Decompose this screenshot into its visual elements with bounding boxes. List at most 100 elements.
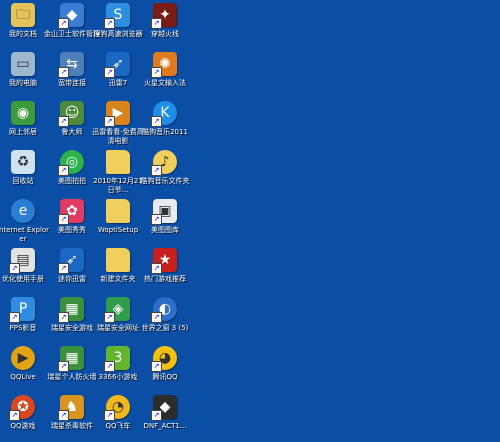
desktop-icon-optimization-manual[interactable]: ▤ ↗ 优化使用手册 (1, 248, 45, 284)
kugou-music-icon: K ↗ (151, 101, 177, 127)
shortcut-arrow-icon: ↗ (151, 67, 162, 78)
desktop-icon-label: DNF_ACT1... (143, 422, 187, 430)
shortcut-arrow-icon: ↗ (58, 165, 69, 176)
desktop-icon-folder[interactable]: 2010年12月21日爷... (93, 150, 143, 194)
rising-firewall-icon: ▦ ↗ (58, 346, 84, 372)
shortcut-arrow-icon: ↗ (151, 410, 162, 421)
desktop-icon-label: 美图图库 (151, 226, 179, 234)
rising-url-icon: ◈ ↗ (104, 297, 130, 323)
shortcut-arrow-icon: ↗ (104, 312, 115, 323)
desktop-icon-my-computer[interactable]: ▭ 我的电脑 (1, 52, 45, 88)
pps-player-icon: P ↗ (9, 297, 35, 323)
desktop-icon-pps-player[interactable]: P ↗ PPS影音 (1, 297, 45, 333)
desktop-icon-kugou-music[interactable]: K ↗ 酷狗音乐2011 (142, 101, 188, 137)
qq-speed-icon: ◔ ↗ (104, 395, 130, 421)
desktop-icon-rising-antivirus[interactable]: ♞ ↗ 瑞星杀毒软件 (50, 395, 94, 431)
rising-games-icon: ▦ ↗ (58, 297, 84, 323)
desktop-icon-meitu-xiuxiu[interactable]: ✿ ↗ 美图秀秀 (50, 199, 94, 235)
desktop-icon-my-documents[interactable]: 🗀 我的文档 (1, 3, 45, 39)
shortcut-arrow-icon: ↗ (9, 312, 20, 323)
shortcut-arrow-icon: ↗ (151, 361, 162, 372)
broadband-connection-icon: ⇆ ↗ (58, 52, 84, 78)
kingsoft-guard-icon: ◆ ↗ (58, 3, 84, 29)
shortcut-arrow-icon: ↗ (104, 67, 115, 78)
folder-icon (106, 199, 130, 223)
desktop-icon-label: 火星文输入法 (144, 79, 186, 87)
desktop-icon-broadband-connection[interactable]: ⇆ ↗ 宽带连接 (50, 52, 94, 88)
shortcut-arrow-icon: ↗ (151, 214, 162, 225)
desktop-icon-label: 热门游戏推荐 (144, 275, 186, 283)
qq-game-icon: ✪ ↗ (9, 395, 35, 421)
shortcut-arrow-icon: ↗ (104, 18, 115, 29)
folder-icon (106, 248, 130, 272)
martian-ime-icon: ✺ ↗ (151, 52, 177, 78)
sogou-browser-icon: S ↗ (104, 3, 130, 29)
desktop-icon-martian-ime[interactable]: ✺ ↗ 火星文输入法 (143, 52, 187, 88)
kugou-folder-icon: ♪ ↗ (151, 150, 177, 176)
shortcut-arrow-icon: ↗ (151, 116, 162, 127)
crossfire-icon: ✦ ↗ (151, 3, 177, 29)
desktop-icon-kingsoft-guard[interactable]: ◆ ↗ 金山卫士软件管理 (44, 3, 100, 39)
rising-antivirus-icon: ♞ ↗ (58, 395, 84, 421)
recycle-bin-icon: ♻ (11, 150, 35, 174)
shortcut-arrow-icon: ↗ (58, 312, 69, 323)
shortcut-arrow-icon: ↗ (104, 410, 115, 421)
shortcut-arrow-icon: ↗ (104, 361, 115, 372)
desktop-icon-mini-thunder[interactable]: ➶ ↗ 迷你迅雷 (50, 248, 94, 284)
shortcut-arrow-icon: ↗ (58, 116, 69, 127)
mini-thunder-icon: ➶ ↗ (58, 248, 84, 274)
desktop-icon-3366-games[interactable]: 3 ↗ 3366小游戏 (96, 346, 140, 382)
desktop-icon-tencent-qq[interactable]: ◕ ↗ 腾讯QQ (143, 346, 187, 382)
shortcut-arrow-icon: ↗ (58, 67, 69, 78)
internet-explorer-icon: e (11, 199, 35, 223)
meitu-paipai-icon: ◎ ↗ (58, 150, 84, 176)
desktop-icon-qqlive[interactable]: ▶ QQLive (1, 346, 45, 382)
desktop-icon-xunlei-kankan[interactable]: ▶ ↗ 迅雷看看-免费高清电影 (92, 101, 144, 145)
shortcut-arrow-icon: ↗ (58, 263, 69, 274)
desktop-icon-qq-game[interactable]: ✪ ↗ QQ游戏 (1, 395, 45, 431)
network-places-icon: ◉ (11, 101, 35, 125)
shortcut-arrow-icon: ↗ (151, 165, 162, 176)
ludashi-icon: ☺ ↗ (58, 101, 84, 127)
desktop-icon-rising-games[interactable]: ▦ ↗ 瑞星安全游戏 (50, 297, 94, 333)
desktop-icon-qq-speed[interactable]: ◔ ↗ QQ飞车 (96, 395, 140, 431)
desktop-icon-label: 腾讯QQ (152, 373, 178, 381)
shortcut-arrow-icon: ↗ (9, 263, 20, 274)
desktop-icon-thunder[interactable]: ➶ ↗ 迅雷7 (96, 52, 140, 88)
desktop-icon-ludashi[interactable]: ☺ ↗ 鲁大师 (50, 101, 94, 137)
desktop-icon-sogou-browser[interactable]: S ↗ 搜狗高速浏览器 (94, 3, 143, 39)
desktop-icon-folder[interactable]: WoptiSetup (96, 199, 140, 235)
desktop-icon-rising-url[interactable]: ◈ ↗ 瑞星安全网址 (96, 297, 140, 333)
desktop-icon-rising-firewall[interactable]: ▦ ↗ 瑞星个人防火墙 (48, 346, 97, 382)
desktop-icon-internet-explorer[interactable]: e Internet Explorer (0, 199, 49, 243)
qqlive-icon: ▶ (11, 346, 35, 370)
shortcut-arrow-icon: ↗ (104, 116, 115, 127)
desktop-icon-crossfire[interactable]: ✦ ↗ 穿越火线 (143, 3, 187, 39)
shortcut-arrow-icon: ↗ (9, 410, 20, 421)
desktop-icon-network-places[interactable]: ◉ 网上邻居 (1, 101, 45, 137)
shortcut-arrow-icon: ↗ (58, 18, 69, 29)
meitu-gallery-icon: ▣ ↗ (151, 199, 177, 225)
desktop-icon-label: 世界之窗 3 (5) (141, 324, 189, 332)
meitu-xiuxiu-icon: ✿ ↗ (58, 199, 84, 225)
desktop-icon-hot-games[interactable]: ★ ↗ 热门游戏推荐 (143, 248, 187, 284)
desktop: 🗀 我的文档 ◆ ↗ 金山卫士软件管理 S ↗ 搜狗高速浏览器 ✦ ↗ 穿越火线 ▭ 我的电脑 ⇆ ↗ 宽带连… (0, 0, 500, 442)
shortcut-arrow-icon: ↗ (151, 312, 162, 323)
3366-games-icon: 3 ↗ (104, 346, 130, 372)
desktop-icon-kugou-folder[interactable]: ♪ ↗ 酷狗音乐文件夹 (141, 150, 190, 186)
desktop-icon-label: 穿越火线 (151, 30, 179, 38)
desktop-icon-dnf[interactable]: ◆ ↗ DNF_ACT1... (143, 395, 187, 431)
desktop-icon-label: 酷狗音乐文件夹 (140, 177, 190, 185)
my-computer-icon: ▭ (11, 52, 35, 76)
desktop-icon-meitu-gallery[interactable]: ▣ ↗ 美图图库 (143, 199, 187, 235)
desktop-icon-meitu-paipai[interactable]: ◎ ↗ 美图拍拍 (50, 150, 94, 186)
desktop-icon-folder[interactable]: 新建文件夹 (96, 248, 140, 284)
shortcut-arrow-icon: ↗ (58, 410, 69, 421)
desktop-icon-recycle-bin[interactable]: ♻ 回收站 (1, 150, 45, 186)
shortcut-arrow-icon: ↗ (58, 214, 69, 225)
desktop-icon-theworld-browser[interactable]: ◐ ↗ 世界之窗 3 (5) (142, 297, 188, 333)
desktop-icon-label: 酷狗音乐2011 (142, 128, 188, 136)
hot-games-icon: ★ ↗ (151, 248, 177, 274)
optimization-manual-icon: ▤ ↗ (9, 248, 35, 274)
xunlei-kankan-icon: ▶ ↗ (104, 101, 130, 127)
